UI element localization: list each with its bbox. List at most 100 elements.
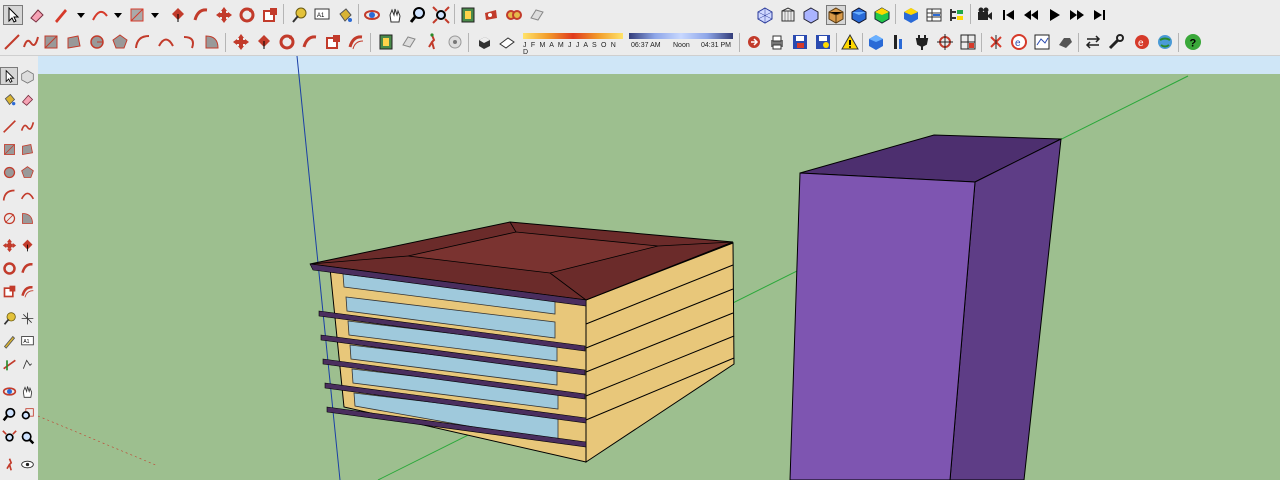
position-camera-icon[interactable] xyxy=(376,32,396,52)
rectangle-tool-icon[interactable] xyxy=(0,140,18,158)
select-tool-icon[interactable] xyxy=(3,5,23,25)
section-plane-icon[interactable] xyxy=(399,32,419,52)
offset-tool-icon[interactable] xyxy=(18,282,36,300)
fog-toggle-icon[interactable] xyxy=(497,32,517,52)
dropdown-arrow-icon[interactable] xyxy=(108,5,128,25)
scale-tool-icon[interactable] xyxy=(260,5,280,25)
materials-table-icon[interactable] xyxy=(924,5,944,25)
three-point-arc-icon[interactable] xyxy=(179,32,199,52)
last-scene-icon[interactable] xyxy=(1090,5,1110,25)
circle-tool-icon[interactable] xyxy=(0,163,18,181)
crosshair-icon[interactable] xyxy=(935,32,955,52)
follow-me-tool-icon[interactable] xyxy=(300,32,320,52)
pencil-tool-icon[interactable] xyxy=(51,5,71,25)
components-icon[interactable] xyxy=(901,5,921,25)
make-component-icon[interactable] xyxy=(18,67,36,85)
walk-tool-icon[interactable] xyxy=(481,5,501,25)
component-box-icon[interactable] xyxy=(866,32,886,52)
two-point-arc-icon[interactable] xyxy=(156,32,176,52)
axes-tool-icon[interactable] xyxy=(18,309,36,327)
plug-icon[interactable] xyxy=(912,32,932,52)
position-camera-icon[interactable] xyxy=(458,5,478,25)
zoom-tool-icon[interactable] xyxy=(0,405,18,423)
monochrome-style-icon[interactable] xyxy=(872,5,892,25)
wireframe-style-icon[interactable] xyxy=(778,5,798,25)
pan-hand-tool-icon[interactable] xyxy=(385,5,405,25)
rotate-tool-icon[interactable] xyxy=(277,32,297,52)
swap-arrows-icon[interactable] xyxy=(1083,32,1103,52)
position-camera-icon[interactable] xyxy=(0,455,18,473)
dimension-tool-icon[interactable]: A1 xyxy=(312,5,332,25)
send-to-layout-icon[interactable]: e xyxy=(1132,32,1152,52)
push-pull-tool-icon[interactable] xyxy=(18,236,36,254)
iso-view-icon[interactable] xyxy=(755,5,775,25)
shaded-style-icon[interactable] xyxy=(826,5,846,25)
pie-tool-icon[interactable] xyxy=(18,209,36,227)
dropdown-arrow-icon[interactable] xyxy=(145,5,165,25)
scale-tool-icon[interactable] xyxy=(323,32,343,52)
wrench-icon[interactable] xyxy=(1106,32,1126,52)
browser-icon[interactable]: e xyxy=(1009,32,1029,52)
rotated-rectangle-icon[interactable] xyxy=(18,140,36,158)
select-tool-icon[interactable] xyxy=(0,67,18,85)
move-tool-icon[interactable] xyxy=(0,236,18,254)
three-point-arc-icon[interactable] xyxy=(0,209,18,227)
animation-camera-icon[interactable] xyxy=(975,5,995,25)
terrain-icon[interactable] xyxy=(1032,32,1052,52)
dropdown-arrow-icon[interactable] xyxy=(71,5,91,25)
eraser-tool-icon[interactable] xyxy=(27,5,47,25)
pan-hand-tool-icon[interactable] xyxy=(18,382,36,400)
drawing-viewport[interactable] xyxy=(38,56,1280,480)
line-tool-icon[interactable] xyxy=(0,117,18,135)
text-tool-icon[interactable] xyxy=(18,355,36,373)
push-pull-tool-icon[interactable] xyxy=(168,5,188,25)
line-tool-icon[interactable] xyxy=(2,32,22,52)
polygon-tool-icon[interactable] xyxy=(110,32,130,52)
pencil-tool-icon[interactable] xyxy=(0,332,18,350)
shadow-month-slider[interactable]: J F M A M J J A S O N D xyxy=(523,33,623,56)
two-point-arc-icon[interactable] xyxy=(18,186,36,204)
walk-tool-icon[interactable] xyxy=(422,32,442,52)
polygon-tool-icon[interactable] xyxy=(18,163,36,181)
save-scene-icon[interactable] xyxy=(790,32,810,52)
zoom-extents-tool-icon[interactable] xyxy=(0,428,18,446)
scale-tool-icon[interactable] xyxy=(0,282,18,300)
move-tool-icon[interactable] xyxy=(214,5,234,25)
previous-scene-icon[interactable] xyxy=(1021,5,1041,25)
shaded-textures-style-icon[interactable] xyxy=(849,5,869,25)
look-around-icon[interactable] xyxy=(504,5,524,25)
print-icon[interactable] xyxy=(767,32,787,52)
tape-measure-tool-icon[interactable] xyxy=(289,5,309,25)
layers-icon[interactable] xyxy=(889,32,909,52)
model-scene[interactable] xyxy=(38,56,1280,480)
orbit-tool-icon[interactable] xyxy=(0,382,18,400)
protractor-tool-icon[interactable] xyxy=(0,355,18,373)
axes-icon[interactable] xyxy=(986,32,1006,52)
paint-bucket-tool-icon[interactable] xyxy=(335,5,355,25)
save-copy-icon[interactable] xyxy=(813,32,833,52)
tape-measure-tool-icon[interactable] xyxy=(0,309,18,327)
zoom-tool-icon[interactable] xyxy=(408,5,428,25)
pie-tool-icon[interactable] xyxy=(202,32,222,52)
orbit-tool-icon[interactable] xyxy=(362,5,382,25)
help-icon[interactable]: ? xyxy=(1183,32,1203,52)
first-scene-icon[interactable] xyxy=(998,5,1018,25)
rectangle-tool-icon[interactable] xyxy=(41,32,61,52)
follow-me-tool-icon[interactable] xyxy=(191,5,211,25)
zoom-extents-tool-icon[interactable] xyxy=(431,5,451,25)
previous-view-icon[interactable] xyxy=(18,428,36,446)
offset-tool-icon[interactable] xyxy=(346,32,366,52)
paint-bucket-tool-icon[interactable] xyxy=(0,90,18,108)
geo-location-icon[interactable] xyxy=(1155,32,1175,52)
shadows-toggle-icon[interactable] xyxy=(474,32,494,52)
freehand-tool-icon[interactable] xyxy=(21,32,41,52)
eraser-tool-icon[interactable] xyxy=(18,90,36,108)
next-scene-icon[interactable] xyxy=(1067,5,1087,25)
follow-me-tool-icon[interactable] xyxy=(18,259,36,277)
rotated-rectangle-icon[interactable] xyxy=(64,32,84,52)
circle-tool-icon[interactable] xyxy=(87,32,107,52)
dimension-tool-icon[interactable]: A1 xyxy=(18,332,36,350)
push-pull-tool-icon[interactable] xyxy=(254,32,274,52)
zoom-window-tool-icon[interactable] xyxy=(18,405,36,423)
look-around-eye-icon[interactable] xyxy=(18,455,36,473)
